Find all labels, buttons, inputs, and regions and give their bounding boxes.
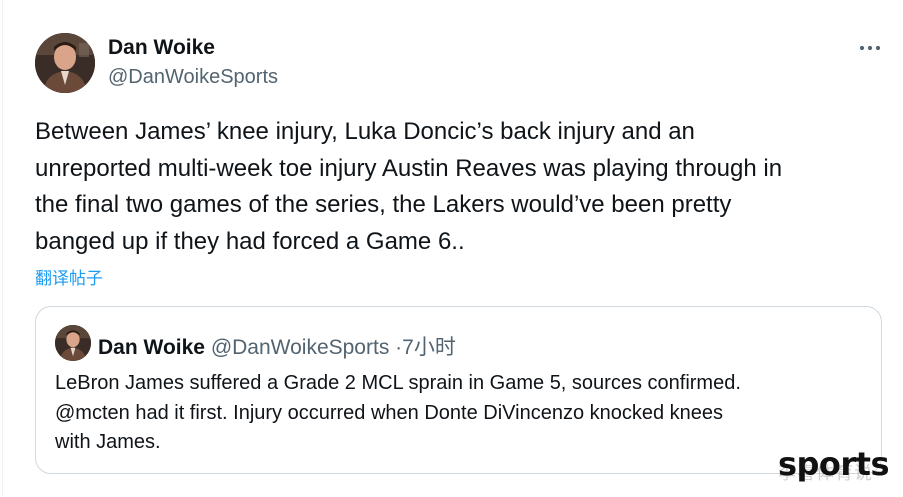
more-options-icon[interactable] — [856, 38, 884, 58]
quoted-tweet[interactable]: Dan Woike @DanWoikeSports ·7小时 LeBron Ja… — [35, 306, 882, 474]
quote-handle: @DanWoikeSports — [210, 336, 390, 359]
profile-photo-icon — [55, 325, 91, 361]
profile-photo-icon — [35, 33, 95, 93]
divider — [2, 0, 3, 497]
watermark-logo: sports — [777, 445, 890, 483]
quote-header: Dan Woike @DanWoikeSports ·7小时 — [98, 331, 456, 361]
tweet-text: Between James’ knee injury, Luka Doncic’… — [35, 118, 783, 255]
translate-post-link[interactable]: 翻译帖子 — [35, 264, 103, 289]
tweet-card: Dan Woike @DanWoikeSports Between James’… — [0, 0, 903, 497]
avatar[interactable] — [35, 33, 95, 93]
quote-text: LeBron James suffered a Grade 2 MCL spra… — [55, 372, 741, 453]
author-display-name[interactable]: Dan Woike — [108, 36, 215, 60]
quote-avatar — [55, 325, 91, 361]
quote-display-name: Dan Woike — [98, 336, 205, 359]
author-handle[interactable]: @DanWoikeSports — [108, 66, 278, 89]
quote-timestamp: 7小时 — [402, 336, 456, 359]
